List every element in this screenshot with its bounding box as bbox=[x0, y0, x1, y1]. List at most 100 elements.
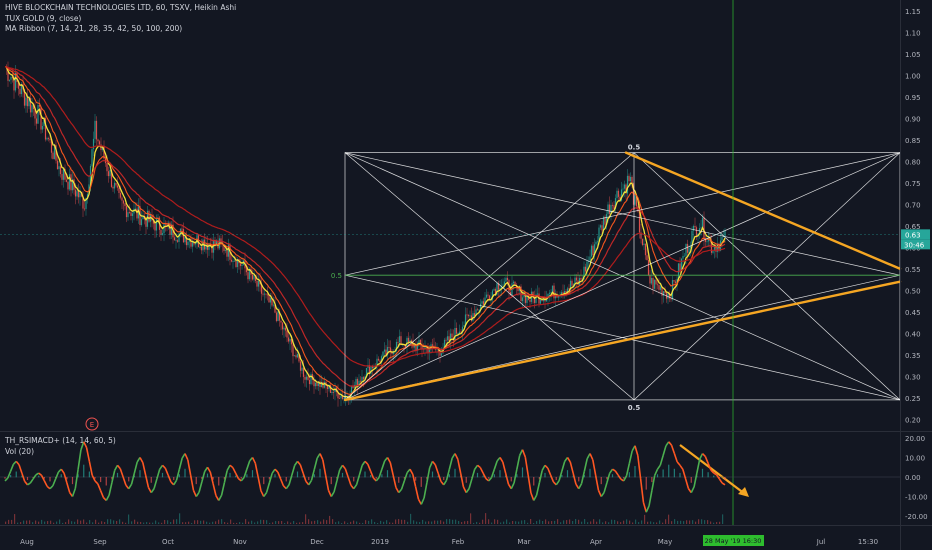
volume-bar bbox=[647, 521, 649, 524]
osc-line-segment bbox=[18, 464, 23, 474]
candle-body bbox=[388, 346, 390, 348]
osc-line-segment bbox=[308, 479, 313, 486]
osc-histogram-bar bbox=[319, 468, 321, 478]
candle-body bbox=[487, 294, 489, 296]
candle-body bbox=[323, 381, 326, 388]
candle-body bbox=[124, 203, 126, 207]
candle-body bbox=[706, 241, 708, 243]
osc-line-segment bbox=[597, 489, 602, 497]
candle-body bbox=[257, 280, 260, 287]
price-tick-label: 1.05 bbox=[905, 51, 921, 59]
candle-body bbox=[332, 392, 335, 393]
osc-line-segment bbox=[400, 480, 406, 490]
volume-bar bbox=[119, 519, 121, 524]
time-tick-label: Apr bbox=[590, 538, 602, 546]
osc-line-segment bbox=[476, 464, 481, 469]
osc-histogram-bar bbox=[229, 472, 231, 478]
osc-line-segment bbox=[679, 464, 684, 470]
candle-body bbox=[601, 225, 603, 231]
volume-bar bbox=[473, 522, 475, 524]
osc-histogram-bar bbox=[510, 477, 512, 482]
candle-body bbox=[262, 293, 264, 295]
candle-body bbox=[122, 200, 125, 204]
candle-body bbox=[590, 245, 593, 257]
support-trendline[interactable] bbox=[343, 280, 902, 402]
volume-bar bbox=[290, 522, 292, 524]
osc-line-segment bbox=[549, 474, 555, 483]
osc-line-segment bbox=[195, 491, 200, 497]
osc-histogram-bar bbox=[83, 464, 85, 478]
candle-body bbox=[10, 76, 12, 80]
osc-line-segment bbox=[164, 467, 169, 476]
candle-body bbox=[65, 179, 68, 182]
volume-bar bbox=[620, 522, 622, 524]
volume-bar bbox=[320, 521, 322, 524]
volume-bar bbox=[374, 521, 376, 524]
candle-body bbox=[97, 139, 99, 142]
trendlines-layer[interactable] bbox=[343, 0, 902, 526]
chart-canvas[interactable]: 0.5 0.5 0.5 1.15 1.10 1.05 1.00 0.95 0.90 0.85 0.… bbox=[0, 0, 932, 550]
candle-body bbox=[176, 240, 179, 242]
osc-histogram-bar bbox=[296, 471, 299, 478]
volume-bar bbox=[92, 522, 94, 524]
volume-bar bbox=[107, 519, 109, 524]
osc-histogram-bar bbox=[184, 468, 186, 478]
volume-bar bbox=[338, 521, 340, 524]
candle-body bbox=[652, 278, 654, 289]
volume-bar bbox=[371, 519, 373, 524]
volume-bar bbox=[446, 519, 448, 524]
candle-body bbox=[694, 225, 696, 228]
volume-bar bbox=[572, 521, 574, 524]
osc-line-segment bbox=[637, 455, 642, 480]
osc-trend-arrow[interactable] bbox=[679, 444, 746, 495]
volume-bar bbox=[392, 522, 394, 524]
candle-body bbox=[383, 349, 386, 352]
candle-body bbox=[95, 120, 98, 140]
candle-body bbox=[128, 212, 131, 214]
volume-bar bbox=[551, 521, 553, 524]
osc-line-segment bbox=[603, 482, 608, 493]
osc-line-segment bbox=[167, 474, 172, 483]
candle-body bbox=[233, 260, 236, 262]
candle-body bbox=[529, 299, 531, 302]
candle-body bbox=[629, 176, 632, 182]
candle-body bbox=[592, 245, 594, 255]
volume-bar bbox=[608, 522, 610, 524]
volume-bar bbox=[71, 521, 73, 524]
candle-body bbox=[359, 380, 362, 382]
candle-body bbox=[187, 241, 189, 246]
volume-bar bbox=[104, 522, 106, 524]
osc-line-segment bbox=[324, 474, 330, 491]
osc-line-segment bbox=[457, 459, 462, 474]
volume-bar bbox=[356, 521, 358, 524]
candle-body bbox=[304, 376, 306, 380]
osc-tick-label: 10.00 bbox=[905, 454, 925, 462]
volume-bar bbox=[554, 520, 556, 524]
volume-bar bbox=[485, 513, 487, 524]
candle-body bbox=[448, 336, 450, 341]
osc-line-segment bbox=[459, 472, 465, 488]
osc-histogram-bar bbox=[71, 477, 74, 485]
candle-body bbox=[130, 212, 132, 216]
volume-bar bbox=[530, 519, 532, 524]
candle-body bbox=[431, 344, 434, 346]
candle-body bbox=[194, 243, 197, 245]
osc-line-segment bbox=[277, 471, 282, 480]
osc-line-segment bbox=[201, 471, 206, 483]
volume-bar bbox=[281, 520, 283, 524]
volume-bar bbox=[113, 520, 115, 524]
volume-bar bbox=[164, 519, 166, 524]
resistance-trendline[interactable] bbox=[624, 151, 902, 270]
osc-histogram-bar bbox=[60, 474, 62, 478]
volume-bar bbox=[602, 522, 604, 524]
volume-bar bbox=[527, 522, 529, 524]
osc-line-segment bbox=[108, 482, 113, 496]
osc-line-segment bbox=[381, 460, 386, 470]
time-tick-label: May bbox=[658, 538, 672, 546]
volume-bar bbox=[263, 519, 265, 524]
candle-body bbox=[634, 195, 636, 205]
osc-line-segment bbox=[133, 461, 138, 474]
candle-body bbox=[440, 353, 443, 356]
volume-bar bbox=[458, 520, 460, 524]
osc-line-segment bbox=[220, 482, 226, 496]
